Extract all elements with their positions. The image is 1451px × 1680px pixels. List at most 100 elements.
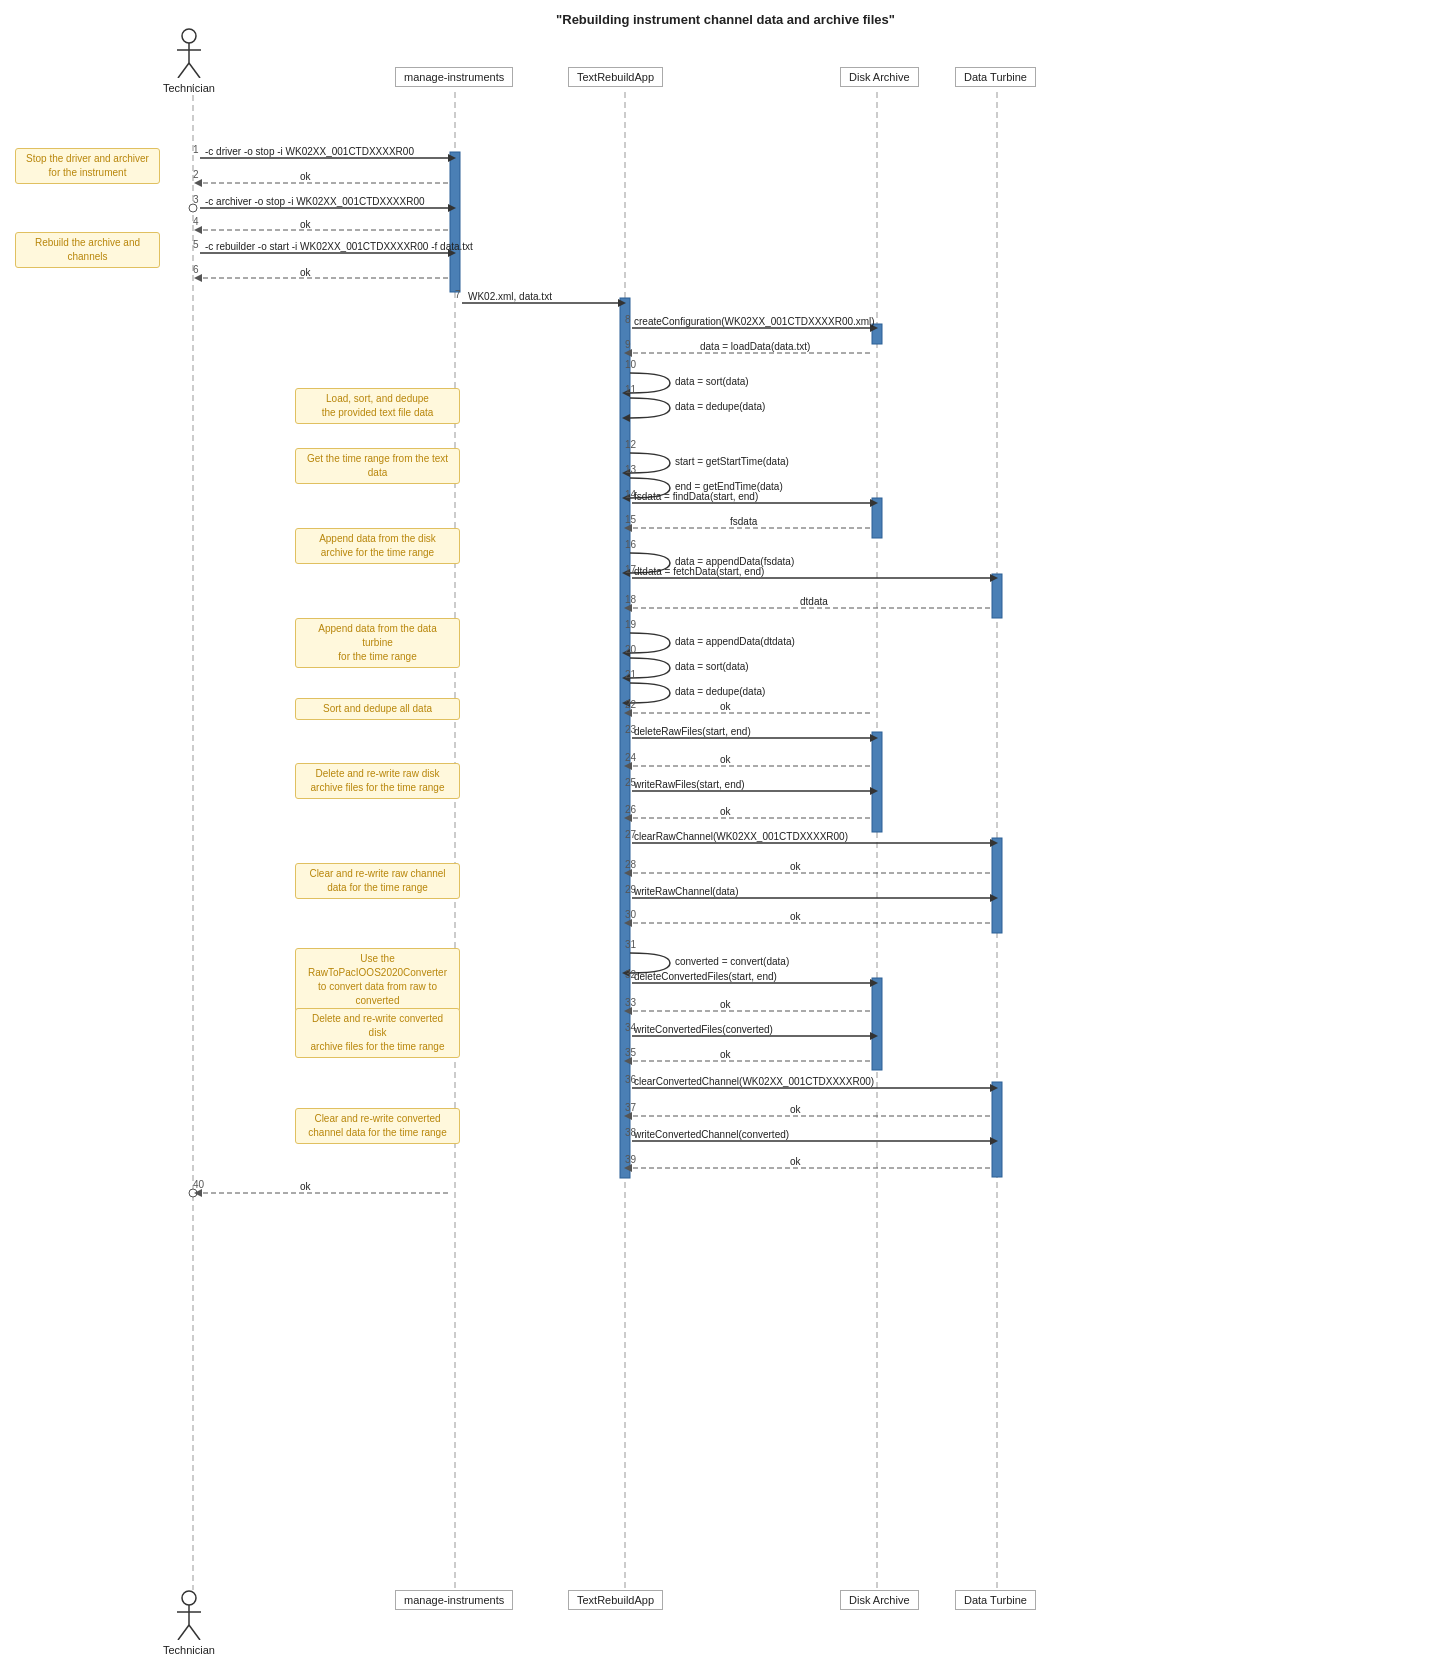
- svg-text:ok: ok: [720, 806, 732, 817]
- svg-text:11: 11: [625, 384, 637, 395]
- svg-line-176: [189, 1625, 200, 1640]
- comment-append-turbine: Append data from the data turbinefor the…: [295, 618, 460, 668]
- svg-text:8: 8: [625, 314, 631, 325]
- svg-text:dtdata = fetchData(start, end): dtdata = fetchData(start, end): [634, 566, 764, 577]
- svg-marker-33: [194, 226, 202, 234]
- svg-text:ok: ok: [720, 701, 732, 712]
- lifeline-data-turbine-bottom: Data Turbine: [955, 1590, 1036, 1610]
- svg-text:deleteRawFiles(start, end): deleteRawFiles(start, end): [634, 726, 751, 737]
- svg-marker-24: [194, 179, 202, 187]
- svg-text:6: 6: [193, 264, 199, 275]
- svg-text:data = sort(data): data = sort(data): [675, 661, 749, 672]
- svg-text:data = appendData(dtdata): data = appendData(dtdata): [675, 636, 795, 647]
- comment-sort-dedupe-all: Sort and dedupe all data: [295, 698, 460, 720]
- svg-text:18: 18: [625, 594, 637, 605]
- comment-raw-to-pacioos: Use the RawToPacIOOS2020Converterto conv…: [295, 948, 460, 1012]
- svg-text:writeConvertedFiles(converted): writeConvertedFiles(converted): [633, 1024, 773, 1035]
- svg-text:converted = convert(data): converted = convert(data): [675, 956, 789, 967]
- comment-clear-converted-channel: Clear and re-write convertedchannel data…: [295, 1108, 460, 1144]
- svg-text:ok: ok: [300, 219, 312, 230]
- svg-text:data = dedupe(data): data = dedupe(data): [675, 401, 765, 412]
- svg-text:31: 31: [625, 939, 637, 950]
- svg-text:writeConvertedChannel(converte: writeConvertedChannel(converted): [633, 1129, 789, 1140]
- svg-rect-17: [992, 838, 1002, 933]
- svg-text:26: 26: [625, 804, 637, 815]
- svg-text:clearRawChannel(WK02XX_001CTDX: clearRawChannel(WK02XX_001CTDXXXXR00): [634, 831, 848, 842]
- svg-text:10: 10: [625, 359, 637, 370]
- lifeline-disk-archive-bottom: Disk Archive: [840, 1590, 919, 1610]
- comment-get-timerange: Get the time range from the text data: [295, 448, 460, 484]
- svg-text:ok: ok: [790, 911, 802, 922]
- svg-text:writeRawChannel(data): writeRawChannel(data): [633, 886, 739, 897]
- svg-text:dtdata: dtdata: [800, 596, 828, 607]
- svg-point-27: [189, 204, 197, 212]
- svg-text:5: 5: [193, 239, 199, 250]
- svg-point-172: [182, 1591, 196, 1605]
- svg-text:16: 16: [625, 539, 637, 550]
- actor-technician-bottom-label: Technician: [163, 1644, 215, 1656]
- svg-text:data = dedupe(data): data = dedupe(data): [675, 686, 765, 697]
- svg-text:ok: ok: [790, 1104, 802, 1115]
- svg-text:fsdata: fsdata: [730, 516, 758, 527]
- svg-text:2: 2: [193, 169, 199, 180]
- svg-text:-c rebuilder -o start -i WK02X: -c rebuilder -o start -i WK02XX_001CTDXX…: [205, 241, 473, 252]
- svg-text:fsdata = findData(start, end): fsdata = findData(start, end): [634, 491, 758, 502]
- svg-text:12: 12: [625, 439, 637, 450]
- svg-text:22: 22: [625, 699, 637, 710]
- svg-text:4: 4: [193, 216, 199, 227]
- comment-append-disk: Append data from the diskarchive for the…: [295, 528, 460, 564]
- comment-delete-converted-disk: Delete and re-write converted diskarchiv…: [295, 1008, 460, 1058]
- svg-text:24: 24: [625, 752, 637, 763]
- svg-text:1: 1: [193, 144, 199, 155]
- svg-text:35: 35: [625, 1047, 637, 1058]
- lifeline-textrebuildapp-bottom: TextRebuildApp: [568, 1590, 663, 1610]
- svg-text:clearConvertedChannel(WK02XX_0: clearConvertedChannel(WK02XX_001CTDXXXXR…: [634, 1076, 874, 1087]
- svg-text:28: 28: [625, 859, 637, 870]
- svg-rect-10: [450, 152, 460, 292]
- svg-text:start = getStartTime(data): start = getStartTime(data): [675, 456, 789, 467]
- svg-rect-14: [872, 732, 882, 832]
- svg-text:3: 3: [193, 194, 199, 205]
- svg-rect-11: [620, 298, 630, 1178]
- svg-text:40: 40: [193, 1179, 205, 1190]
- diagram-svg: 1 -c driver -o stop -i WK02XX_001CTDXXXX…: [0, 0, 1451, 1680]
- svg-text:WK02.xml, data.txt: WK02.xml, data.txt: [468, 291, 552, 302]
- svg-text:33: 33: [625, 997, 637, 1008]
- sequence-diagram: "Rebuilding instrument channel data and …: [0, 0, 1451, 1680]
- svg-text:-c driver -o stop -i WK02XX_00: -c driver -o stop -i WK02XX_001CTDXXXXR0…: [205, 146, 414, 157]
- svg-text:ok: ok: [300, 1181, 312, 1192]
- svg-rect-18: [992, 1082, 1002, 1177]
- svg-rect-16: [992, 574, 1002, 618]
- svg-rect-15: [872, 978, 882, 1070]
- svg-text:7: 7: [455, 289, 461, 300]
- comment-stop-driver: Stop the driver and archiverfor the inst…: [15, 148, 160, 184]
- svg-text:ok: ok: [790, 1156, 802, 1167]
- svg-text:21: 21: [625, 669, 637, 680]
- lifeline-manage-instruments-bottom: manage-instruments: [395, 1590, 513, 1610]
- svg-text:-c archiver -o stop -i WK02XX_: -c archiver -o stop -i WK02XX_001CTDXXXX…: [205, 196, 425, 207]
- svg-text:19: 19: [625, 619, 637, 630]
- svg-text:ok: ok: [300, 267, 312, 278]
- svg-text:ok: ok: [300, 171, 312, 182]
- svg-text:writeRawFiles(start, end): writeRawFiles(start, end): [633, 779, 745, 790]
- svg-text:39: 39: [625, 1154, 637, 1165]
- svg-text:ok: ok: [720, 754, 732, 765]
- svg-text:20: 20: [625, 644, 637, 655]
- svg-line-175: [178, 1625, 189, 1640]
- svg-text:data = loadData(data.txt): data = loadData(data.txt): [700, 341, 810, 352]
- svg-text:ok: ok: [790, 861, 802, 872]
- svg-text:30: 30: [625, 909, 637, 920]
- svg-text:13: 13: [625, 464, 637, 475]
- actor-technician-bottom: Technician: [163, 1590, 215, 1656]
- svg-text:createConfiguration(WK02XX_001: createConfiguration(WK02XX_001CTDXXXXR00…: [634, 316, 875, 327]
- svg-text:data = sort(data): data = sort(data): [675, 376, 749, 387]
- svg-text:15: 15: [625, 514, 637, 525]
- svg-text:9: 9: [625, 339, 631, 350]
- svg-text:ok: ok: [720, 1049, 732, 1060]
- svg-text:ok: ok: [720, 999, 732, 1010]
- svg-text:37: 37: [625, 1102, 637, 1113]
- comment-delete-raw-disk: Delete and re-write raw diskarchive file…: [295, 763, 460, 799]
- comment-load-sort: Load, sort, and dedupethe provided text …: [295, 388, 460, 424]
- svg-text:deleteConvertedFiles(start, en: deleteConvertedFiles(start, end): [634, 971, 777, 982]
- comment-clear-raw-channel: Clear and re-write raw channeldata for t…: [295, 863, 460, 899]
